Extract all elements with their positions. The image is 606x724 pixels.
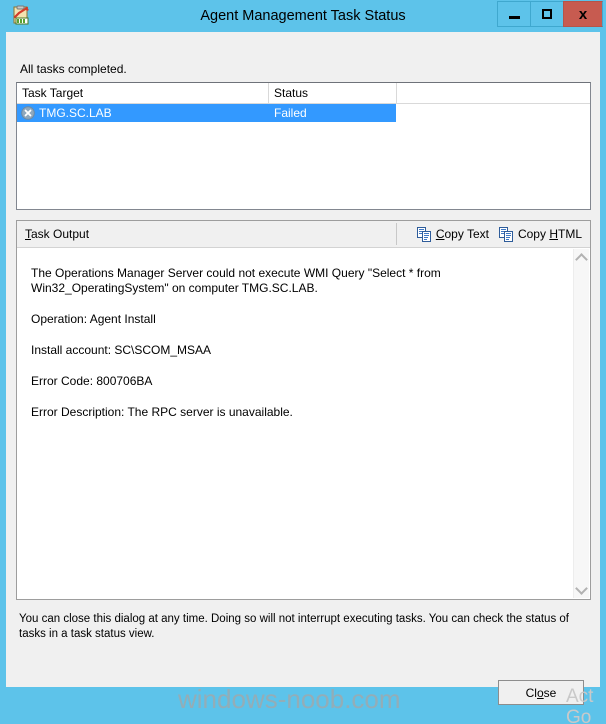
footer-note: You can close this dialog at any time. D…: [19, 613, 569, 640]
copy-text-label: Copy Text: [436, 227, 489, 241]
task-output-label: Task Output: [25, 221, 89, 247]
task-target-label: TMG.SC.LAB: [39, 106, 112, 120]
copy-html-button[interactable]: Copy HTML: [498, 221, 582, 247]
dialog-window: Agent Management Task Status x All tasks…: [0, 0, 606, 724]
chevron-down-icon: [575, 581, 588, 595]
close-window-button[interactable]: x: [563, 1, 603, 27]
close-icon: x: [578, 5, 588, 23]
column-header-status[interactable]: Status: [269, 83, 397, 103]
output-paragraph: Operation: Agent Install: [31, 312, 156, 326]
task-output-body: The Operations Manager Server could not …: [17, 248, 590, 599]
error-circle-x-icon: [21, 106, 35, 120]
task-output-panel: Task Output Copy Text Copy HTML The Oper…: [16, 220, 591, 600]
output-paragraph: Error Code: 800706BA: [31, 374, 153, 388]
separator: [395, 223, 397, 245]
dialog-body: All tasks completed. Task Target Status …: [6, 32, 600, 724]
output-paragraph: The Operations Manager Server could not …: [31, 266, 441, 295]
maximize-icon: [542, 9, 552, 19]
chevron-up-icon: [575, 252, 588, 266]
title-bar[interactable]: Agent Management Task Status x: [0, 0, 606, 32]
task-list[interactable]: Task Target Status TMG.SC.LAB Failed: [16, 82, 591, 210]
task-output-label-rest: ask Output: [31, 227, 90, 241]
copy-text-rest: opy Text: [444, 227, 489, 241]
scrollbar-track[interactable]: [574, 266, 589, 581]
copy-html-after: TML: [558, 227, 582, 241]
status-message: All tasks completed.: [20, 62, 127, 76]
window-controls: x: [497, 1, 603, 27]
column-header-filler: [397, 83, 590, 103]
output-paragraph: Install account: SC\SCOM_MSAA: [31, 343, 212, 357]
maximize-button[interactable]: [530, 1, 563, 27]
copy-html-before: Copy: [517, 227, 550, 241]
task-output-header: Task Output Copy Text Copy HTML: [17, 221, 590, 248]
task-target-cell: TMG.SC.LAB: [17, 104, 269, 122]
column-header-task-target[interactable]: Task Target: [17, 83, 269, 103]
table-row[interactable]: TMG.SC.LAB Failed: [17, 104, 396, 122]
copy-actions: Copy Text Copy HTML: [395, 221, 582, 247]
scroll-up-button[interactable]: [574, 249, 589, 266]
minimize-button[interactable]: [497, 1, 530, 27]
site-watermark: windows-noob.com: [178, 684, 401, 714]
copy-html-label: Copy HTML: [518, 227, 582, 241]
scroll-down-button[interactable]: [574, 581, 589, 598]
output-paragraph: Error Description: The RPC server is una…: [31, 405, 293, 419]
copy-html-accel: H: [549, 227, 558, 241]
copy-documents-icon: [416, 226, 432, 242]
copy-documents-icon: [498, 226, 514, 242]
minimize-icon: [508, 15, 520, 19]
copy-text-button[interactable]: Copy Text: [416, 221, 489, 247]
output-scrollbar[interactable]: [573, 249, 589, 598]
task-list-header: Task Target Status: [17, 83, 590, 104]
task-output-text[interactable]: The Operations Manager Server could not …: [17, 248, 572, 599]
task-status-cell: Failed: [274, 106, 307, 120]
